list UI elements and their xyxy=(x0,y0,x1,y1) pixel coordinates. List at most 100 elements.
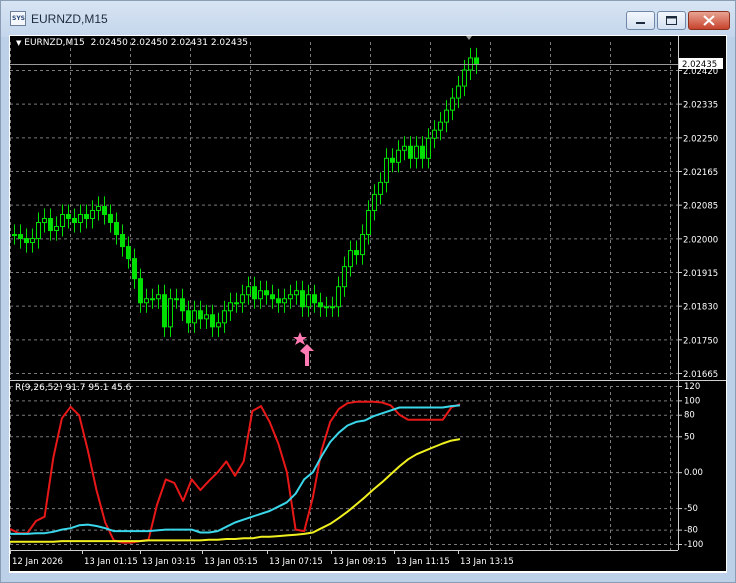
time-tick-label: 13 Jan 11:15 xyxy=(396,557,450,567)
candle-body xyxy=(342,266,347,288)
time-tick-label: 13 Jan 03:15 xyxy=(142,557,196,567)
current-price-label: 2.02435 xyxy=(682,60,717,70)
candle-body xyxy=(354,250,359,256)
price-chart-svg[interactable]: 2.024202.023352.022502.021652.020852.020… xyxy=(9,36,726,571)
buy-arrow-icon xyxy=(300,344,314,366)
candle-body xyxy=(120,234,125,248)
candle-body xyxy=(222,310,227,324)
candle-body xyxy=(138,278,143,304)
candle-body xyxy=(96,205,101,211)
candle-body xyxy=(288,294,293,300)
candle-body xyxy=(450,97,455,111)
candle-body xyxy=(30,238,35,244)
candle-body xyxy=(48,217,53,232)
candle-body xyxy=(90,209,95,219)
window-title: EURNZD,M15 xyxy=(31,12,108,26)
candle-body xyxy=(294,290,299,296)
close-button[interactable] xyxy=(688,11,730,30)
minimize-button[interactable] xyxy=(626,11,655,30)
chart-shift-marker xyxy=(466,36,472,40)
indicator-tick-label: -50 xyxy=(684,504,698,514)
candle-body xyxy=(192,310,197,324)
candle-body xyxy=(420,145,425,159)
title-bar[interactable]: SYS EURNZD,M15 xyxy=(1,1,735,37)
candle-body xyxy=(18,234,23,240)
chart-area[interactable]: 2.02420 2.02335 2.02250 2.02165 2.02085 2.020… xyxy=(9,36,726,571)
candle-body xyxy=(162,294,167,328)
candle-body xyxy=(186,310,191,324)
minimize-icon xyxy=(636,22,645,24)
candle-body xyxy=(318,302,323,308)
indicator-tick-label: 50 xyxy=(684,432,695,442)
time-tick-label: 13 Jan 13:15 xyxy=(460,557,514,567)
candle-body xyxy=(210,314,215,328)
candle-body xyxy=(108,213,113,224)
candle-body xyxy=(180,298,185,312)
candle-body xyxy=(156,294,161,300)
candle-body xyxy=(402,145,407,151)
candle-body xyxy=(426,137,431,159)
candle-body xyxy=(300,290,305,308)
candle-body xyxy=(378,181,383,195)
candle-body xyxy=(324,306,329,309)
indicator-tick-label: 80 xyxy=(684,411,695,421)
candle-body xyxy=(252,286,257,300)
indicator-tick-label: -100 xyxy=(684,540,703,550)
candle-body xyxy=(270,294,275,300)
candle-body xyxy=(234,302,239,305)
candle-body xyxy=(474,57,479,65)
candle-body xyxy=(228,302,233,312)
candle-body xyxy=(114,222,119,236)
candle-body xyxy=(462,69,467,87)
indicator-tick-label: 0.00 xyxy=(684,468,703,478)
candle-body xyxy=(258,290,263,300)
candle-body xyxy=(198,310,203,320)
candle-body xyxy=(438,121,443,131)
price-tick-label: 2.01830 xyxy=(683,303,718,313)
chart-header: ▼ EURNZD,M15 2.02450 2.02450 2.02431 2.0… xyxy=(16,38,248,48)
candle-body xyxy=(456,85,461,99)
chart-symbol: EURNZD,M15 xyxy=(24,38,85,48)
close-icon xyxy=(703,15,715,26)
candle-body xyxy=(414,145,419,159)
price-tick-label: 2.02335 xyxy=(683,101,718,111)
candle-body xyxy=(150,298,155,301)
candle-body xyxy=(408,145,413,159)
time-tick-label: 13 Jan 05:15 xyxy=(204,557,258,567)
candle-body xyxy=(282,298,287,304)
time-tick-label: 13 Jan 07:15 xyxy=(269,557,323,567)
candle-body xyxy=(360,234,365,256)
candle-body xyxy=(102,205,107,215)
candle-body xyxy=(54,226,59,232)
indicator-tick-label: -80 xyxy=(684,526,698,536)
maximize-icon xyxy=(666,16,677,25)
price-tick-label: 2.01915 xyxy=(683,269,718,279)
candle-body xyxy=(384,157,389,183)
candle-body xyxy=(126,246,131,260)
candle-body xyxy=(174,298,179,301)
candle-body xyxy=(348,250,353,268)
candle-body xyxy=(66,213,71,219)
candle-body xyxy=(336,286,341,308)
time-tick-label: 13 Jan 01:15 xyxy=(84,557,138,567)
candle-body xyxy=(372,193,377,211)
candle-body xyxy=(330,306,335,309)
maximize-button[interactable] xyxy=(657,11,686,30)
indicator-tick-label: 100 xyxy=(684,396,700,406)
candle-body xyxy=(72,217,77,224)
candle-body xyxy=(390,157,395,163)
signal-star-icon xyxy=(293,332,307,345)
candle-body xyxy=(168,298,173,328)
candle-body xyxy=(144,298,149,304)
price-tick-label: 2.01750 xyxy=(683,336,718,346)
candle-body xyxy=(366,209,371,236)
candle-body xyxy=(132,258,137,280)
candle-body xyxy=(60,213,65,228)
candle-body xyxy=(78,213,83,224)
candle-body xyxy=(36,222,41,240)
indicator-tick-label: 120 xyxy=(684,382,700,392)
candle-body xyxy=(444,109,449,123)
candle-body xyxy=(306,294,311,308)
chart-dropdown-icon[interactable]: ▼ xyxy=(16,39,21,47)
chart-window-icon: SYS xyxy=(10,11,26,26)
